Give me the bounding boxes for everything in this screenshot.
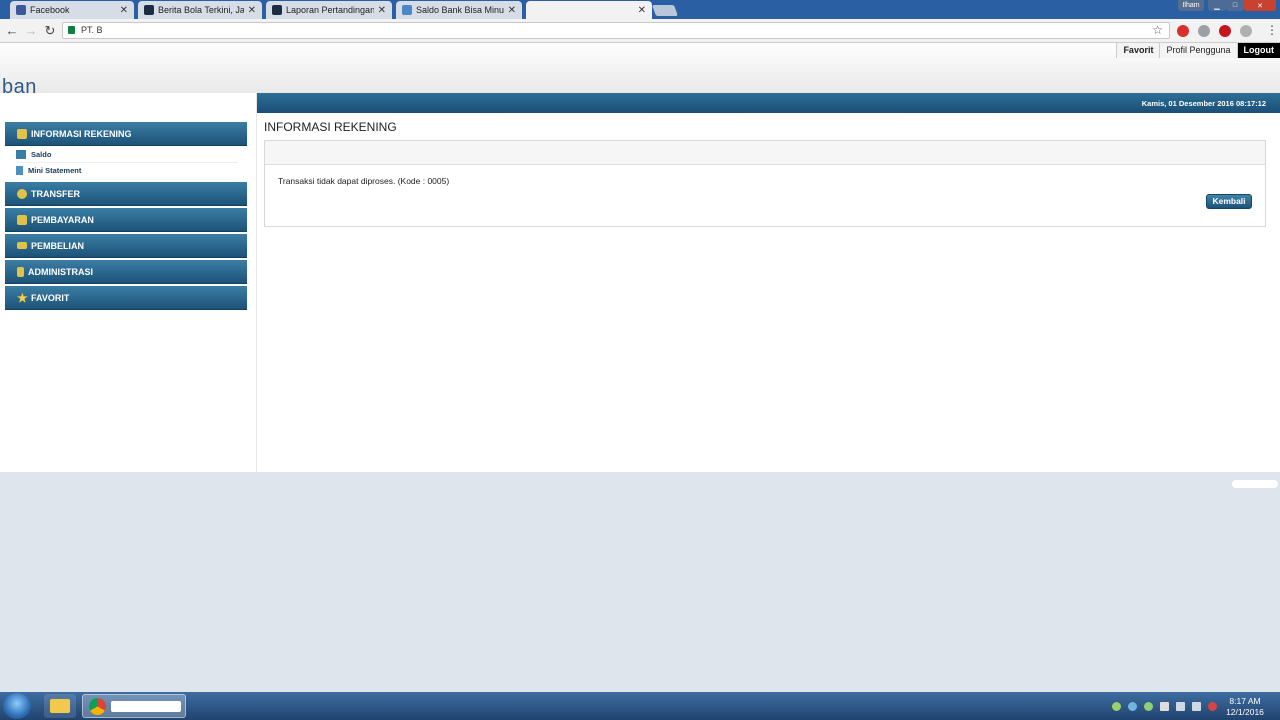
menu-label: FAVORIT (31, 292, 70, 303)
logout-button[interactable]: Logout (1236, 43, 1280, 58)
tab-saldo-bank[interactable]: Saldo Bank Bisa Minus a ✕ (396, 1, 522, 19)
facebook-icon (16, 5, 26, 15)
top-links: Favorit Profil Pengguna Logout (1116, 43, 1280, 58)
explorer-button[interactable] (44, 694, 76, 718)
close-icon[interactable]: ✕ (638, 5, 646, 16)
book-icon (17, 266, 24, 277)
new-tab-button[interactable] (651, 5, 679, 16)
network-icon[interactable] (1176, 702, 1185, 711)
tab-title: Facebook (30, 5, 70, 15)
menu-informasi-rekening[interactable]: INFORMASI REKENING (5, 122, 247, 146)
extension-icon[interactable] (1240, 25, 1252, 37)
start-button[interactable] (3, 693, 31, 719)
submenu-mini-statement[interactable]: Mini Statement (16, 166, 238, 175)
site-icon (402, 5, 412, 15)
back-icon[interactable]: ← (4, 23, 20, 39)
tab-title: Berita Bola Terkini, Jadwal (158, 5, 244, 15)
close-icon[interactable]: ✕ (120, 5, 128, 16)
reload-icon[interactable]: ↻ (42, 23, 58, 39)
security-icon[interactable] (1208, 702, 1217, 711)
window-close-icon[interactable]: ✕ (1244, 0, 1276, 11)
menu-label: TRANSFER (31, 188, 80, 199)
document-icon (16, 166, 23, 175)
browser-menu-icon[interactable]: ⋮ (1266, 23, 1278, 37)
clock-time: 8:17 AM (1229, 696, 1261, 706)
footer-text-redacted (1232, 480, 1278, 488)
system-clock[interactable]: 8:17 AM 12/1/2016 (1224, 696, 1266, 718)
close-icon[interactable]: ✕ (508, 5, 516, 16)
bookmark-star-icon[interactable]: ☆ (1152, 23, 1163, 38)
minimize-icon[interactable]: ▁ (1208, 0, 1226, 11)
chrome-taskbar-button[interactable] (82, 694, 186, 718)
web-page: ban Favorit Profil Pengguna Logout Kamis… (0, 43, 1280, 472)
address-text: PT. B (81, 25, 103, 35)
page-title: INFORMASI REKENING (264, 120, 397, 134)
star-icon: ★ (17, 290, 28, 305)
record-icon[interactable] (1219, 25, 1231, 37)
flag-icon[interactable] (1160, 702, 1169, 711)
close-icon[interactable]: ✕ (378, 5, 386, 16)
panel-header (265, 141, 1265, 165)
menu-administrasi[interactable]: ADMINISTRASI (5, 260, 247, 284)
payment-icon (17, 214, 27, 225)
kembali-button[interactable]: Kembali (1206, 194, 1252, 209)
user-badge[interactable]: Ilham (1178, 0, 1204, 11)
menu-pembelian[interactable]: PEMBELIAN (5, 234, 247, 258)
saldo-icon (16, 150, 26, 159)
menu-favorit[interactable]: ★ FAVORIT (5, 286, 247, 310)
tab-facebook[interactable]: Facebook ✕ (10, 1, 134, 19)
message-panel: Transaksi tidak dapat diproses. (Kode : … (264, 140, 1266, 227)
forward-icon[interactable]: → (23, 23, 39, 39)
address-bar[interactable]: PT. B ☆ (62, 22, 1170, 39)
transfer-icon (17, 188, 27, 199)
submenu-label: Mini Statement (28, 166, 82, 175)
chrome-icon (89, 698, 106, 715)
tab-active[interactable]: ✕ (526, 1, 652, 19)
profil-pengguna-link[interactable]: Profil Pengguna (1159, 43, 1237, 58)
site-icon (144, 5, 154, 15)
menu-label: PEMBAYARAN (31, 214, 94, 225)
tray-app-icon[interactable] (1128, 702, 1137, 711)
adblock-icon[interactable] (1177, 25, 1189, 37)
tab-title: Laporan Pertandingan M (286, 5, 374, 15)
datetime-text: Kamis, 01 Desember 2016 08:17:12 (1141, 99, 1266, 108)
menu-pembayaran[interactable]: PEMBAYARAN (5, 208, 247, 232)
menu-label: INFORMASI REKENING (31, 128, 132, 139)
volume-icon[interactable] (1192, 702, 1201, 711)
submenu-label: Saldo (31, 150, 52, 159)
site-icon (272, 5, 282, 15)
menu-label: PEMBELIAN (31, 240, 85, 251)
tray-app-icon[interactable] (1144, 702, 1153, 711)
browser-toolbar: ← → ↻ PT. B ☆ ⋮ (0, 19, 1280, 43)
tab-berita-bola[interactable]: Berita Bola Terkini, Jadwal ✕ (138, 1, 262, 19)
tray-app-icon[interactable] (1112, 702, 1121, 711)
site-header: ban Favorit Profil Pengguna Logout (0, 43, 1280, 98)
taskbar: 8:17 AM 12/1/2016 (0, 692, 1280, 720)
tab-laporan[interactable]: Laporan Pertandingan M ✕ (266, 1, 392, 19)
tab-title: Saldo Bank Bisa Minus a (416, 5, 504, 15)
chrome-window-label (111, 701, 181, 712)
cart-icon (17, 242, 27, 249)
folder-icon (50, 699, 70, 713)
menu-label: ADMINISTRASI (28, 266, 93, 277)
maximize-icon[interactable]: □ (1226, 0, 1244, 11)
submenu-saldo[interactable]: Saldo (16, 150, 238, 163)
favorit-link[interactable]: Favorit (1116, 43, 1160, 58)
clock-date: 12/1/2016 (1226, 707, 1264, 717)
date-banner: Kamis, 01 Desember 2016 08:17:12 (257, 93, 1280, 113)
account-icon (17, 128, 27, 139)
extension-icon[interactable] (1198, 25, 1210, 37)
browser-tab-strip: Facebook ✕ Berita Bola Terkini, Jadwal ✕… (0, 0, 1280, 19)
error-message: Transaksi tidak dapat diproses. (Kode : … (278, 176, 450, 186)
menu-transfer[interactable]: TRANSFER (5, 182, 247, 206)
lock-icon (68, 26, 75, 34)
close-icon[interactable]: ✕ (248, 5, 256, 16)
